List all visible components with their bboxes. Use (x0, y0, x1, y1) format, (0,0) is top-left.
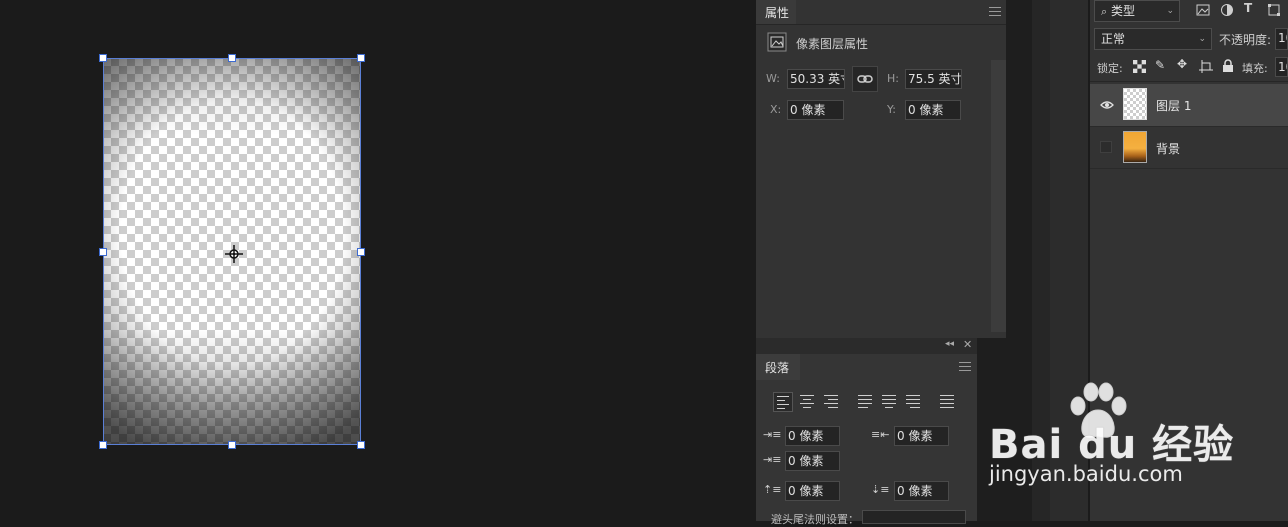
width-field[interactable]: 50.33 英寸 (787, 69, 845, 89)
align-center-button[interactable] (797, 392, 817, 412)
properties-panel (756, 0, 1006, 338)
indent-left-field[interactable]: 0 像素 (785, 426, 840, 446)
indent-first-line-icon: ⇥≡ (763, 453, 782, 466)
layer-filter-value: 类型 (1111, 4, 1136, 18)
layer-thumbnail (1123, 131, 1147, 163)
visibility-toggle[interactable] (1100, 141, 1112, 153)
shape-filter-icon[interactable] (1267, 3, 1281, 17)
pixel-layer-icon (767, 32, 787, 52)
handle-top-left[interactable] (99, 54, 107, 62)
tab-properties[interactable]: 属性 (756, 0, 796, 24)
w-label: W: (766, 72, 780, 85)
chevron-down-icon: ⌄ (1198, 34, 1206, 44)
align-right-button[interactable] (821, 392, 841, 412)
type-filter-icon[interactable]: T (1244, 1, 1252, 15)
x-label: X: (770, 103, 782, 116)
handle-top-center[interactable] (228, 54, 236, 62)
fill-label: 填充: (1242, 62, 1268, 75)
indent-first-line-field[interactable]: 0 像素 (785, 451, 840, 471)
tab-properties-label: 属性 (765, 6, 790, 20)
pixel-filter-icon[interactable] (1196, 3, 1210, 17)
justify-all-button[interactable] (937, 392, 957, 412)
lock-pixels-icon[interactable]: ✎ (1155, 58, 1165, 72)
h-label: H: (887, 72, 899, 85)
layer-name[interactable]: 图层 1 (1156, 97, 1191, 114)
properties-scrollbar[interactable] (991, 60, 1006, 332)
justify-last-right-button[interactable] (903, 392, 923, 412)
reference-point-icon[interactable] (224, 244, 244, 264)
handle-top-right[interactable] (357, 54, 365, 62)
space-before-field[interactable]: 0 像素 (785, 481, 840, 501)
space-after-field[interactable]: 0 像素 (894, 481, 949, 501)
y-field[interactable]: 0 像素 (905, 100, 961, 120)
height-field[interactable]: 75.5 英寸 (905, 69, 962, 89)
indent-right-field[interactable]: 0 像素 (894, 426, 949, 446)
handle-bottom-center[interactable] (228, 441, 236, 449)
tab-paragraph-label: 段落 (765, 361, 790, 375)
lock-position-icon[interactable]: ✥ (1177, 57, 1187, 71)
indent-right-icon: ≡⇤ (871, 428, 890, 441)
properties-subtitle: 像素图层属性 (796, 37, 869, 51)
layer-filter-select[interactable]: ⌕ 类型 ⌄ (1094, 0, 1180, 22)
search-icon: ⌕ (1101, 5, 1108, 18)
justify-last-center-button[interactable] (879, 392, 899, 412)
divider (1090, 81, 1288, 82)
lock-all-icon[interactable] (1222, 59, 1234, 73)
close-icon[interactable]: ✕ (963, 338, 972, 351)
opacity-label: 不透明度: (1219, 33, 1272, 47)
hyphenation-select[interactable] (862, 510, 966, 524)
chevron-down-icon: ⌄ (1166, 6, 1174, 16)
link-dimensions-button[interactable] (852, 66, 878, 92)
layer-thumbnail (1123, 88, 1147, 120)
eye-icon[interactable] (1100, 99, 1114, 111)
y-label: Y: (887, 103, 896, 116)
lock-artboard-icon[interactable] (1199, 60, 1213, 73)
divider (756, 24, 1006, 25)
paragraph-panel-titlebar[interactable]: ◂◂ ✕ (756, 338, 977, 354)
layer-row[interactable]: 背景 (1090, 127, 1288, 169)
layer-name[interactable]: 背景 (1156, 140, 1180, 157)
fill-field[interactable]: 10 (1275, 57, 1288, 77)
link-icon (857, 75, 873, 83)
hyphenation-label: 避头尾法则设置： (771, 513, 859, 526)
handle-bottom-right[interactable] (357, 441, 365, 449)
tab-paragraph[interactable]: 段落 (756, 354, 800, 380)
panel-menu-icon[interactable] (959, 362, 971, 371)
opacity-field[interactable]: 10 (1275, 28, 1288, 50)
space-before-icon: ⇡≡ (763, 483, 782, 496)
adjustment-filter-icon[interactable] (1220, 3, 1234, 17)
blend-mode-select[interactable]: 正常 ⌄ (1094, 28, 1212, 50)
layer-row[interactable]: 图层 1 (1090, 84, 1288, 126)
panel-menu-icon[interactable] (989, 7, 1001, 16)
blend-mode-value: 正常 (1101, 32, 1126, 46)
align-left-button[interactable] (773, 392, 793, 412)
divider (1090, 168, 1288, 169)
indent-left-icon: ⇥≡ (763, 428, 782, 441)
watermark-url: jingyan.baidu.com (989, 462, 1183, 486)
x-field[interactable]: 0 像素 (787, 100, 844, 120)
baidu-watermark: Bai du 经验 jingyan.baidu.com (985, 380, 1233, 500)
handle-bottom-left[interactable] (99, 441, 107, 449)
space-after-icon: ⇣≡ (871, 483, 890, 496)
justify-last-left-button[interactable] (855, 392, 875, 412)
lock-label: 锁定: (1097, 62, 1123, 75)
handle-middle-left[interactable] (99, 248, 107, 256)
collapse-icon[interactable]: ◂◂ (945, 339, 954, 349)
handle-middle-right[interactable] (357, 248, 365, 256)
lock-transparent-icon[interactable] (1133, 60, 1146, 73)
